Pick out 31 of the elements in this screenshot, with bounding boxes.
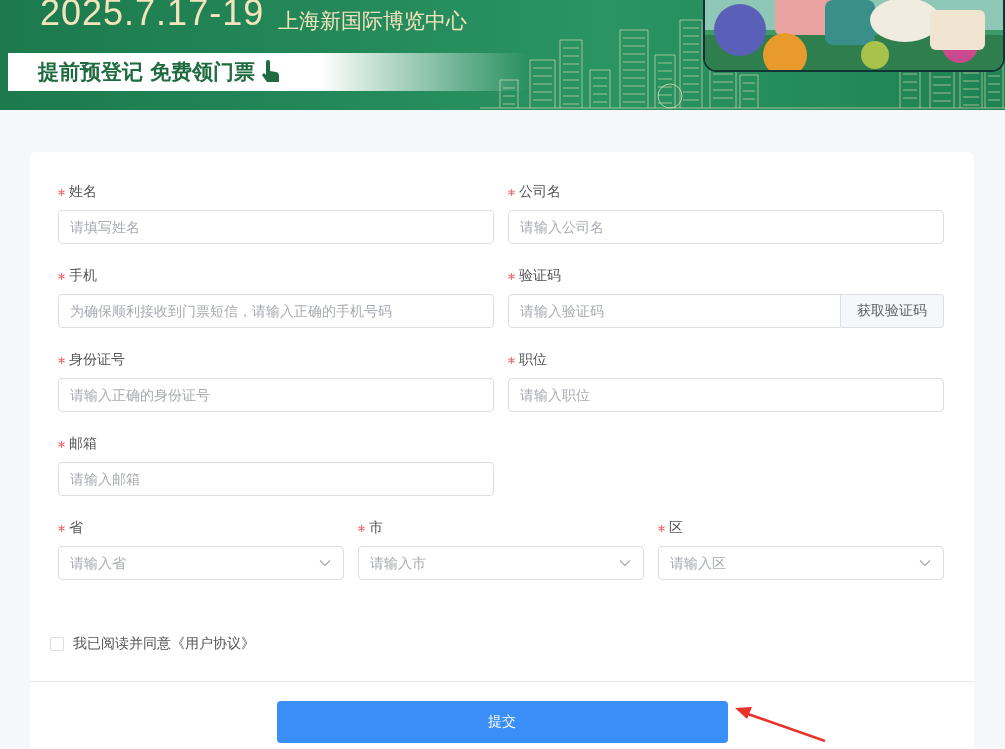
- input-field[interactable]: 请输入公司名: [508, 210, 944, 244]
- chevron-down-icon: [919, 559, 931, 567]
- input-field[interactable]: 请输入职位: [508, 378, 944, 412]
- input-field[interactable]: 请输入邮箱: [58, 462, 494, 496]
- field-label: 验证码: [519, 267, 561, 285]
- checkbox[interactable]: [50, 637, 64, 651]
- register-banner[interactable]: 提前预登记 免费领门票: [8, 53, 528, 91]
- field-label: 身份证号: [69, 351, 125, 369]
- field-label: 手机: [69, 267, 97, 285]
- field-label: 姓名: [69, 183, 97, 201]
- field-label: 公司名: [519, 183, 561, 201]
- chevron-down-icon: [619, 559, 631, 567]
- submit-button[interactable]: 提交: [276, 701, 728, 743]
- select-field[interactable]: 请输入区: [658, 546, 944, 580]
- get-code-button[interactable]: 获取验证码: [841, 294, 944, 328]
- input-field[interactable]: 请输入正确的身份证号: [58, 378, 494, 412]
- input-field[interactable]: 请填写姓名: [58, 210, 494, 244]
- field-label: 市: [369, 519, 383, 537]
- agreement-label: 我已阅读并同意《用户协议》: [73, 635, 255, 653]
- select-field[interactable]: 请输入市: [358, 546, 644, 580]
- input-field[interactable]: 为确保顺利接收到门票短信，请输入正确的手机号码: [58, 294, 494, 328]
- field-label: 区: [669, 519, 683, 537]
- field-label: 职位: [519, 351, 547, 369]
- event-date: 2025.7.17-19: [40, 0, 265, 34]
- field-label: 邮箱: [69, 435, 97, 453]
- chevron-down-icon: [319, 559, 331, 567]
- select-field[interactable]: 请输入省: [58, 546, 344, 580]
- code-field[interactable]: 请输入验证码: [508, 294, 841, 328]
- pointing-hand-icon: [261, 60, 282, 84]
- field-label: 省: [69, 519, 83, 537]
- event-venue: 上海新国际博览中心: [278, 8, 467, 35]
